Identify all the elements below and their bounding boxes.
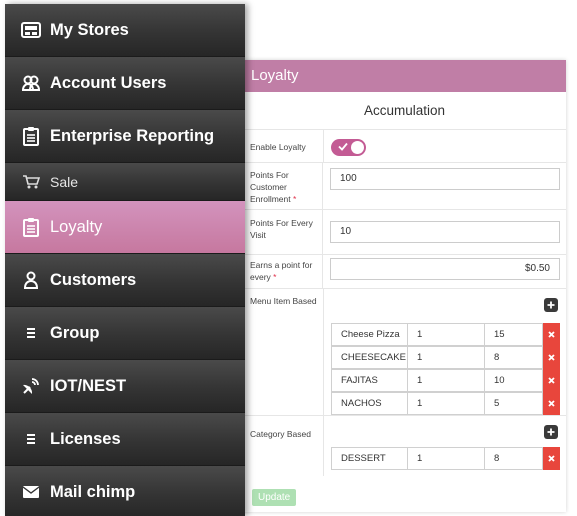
menu-item-row: Menu Item Based Cheese Pizza 1 15 CHEESE… <box>243 289 566 416</box>
close-icon <box>548 331 555 338</box>
sidebar-item-label: Customers <box>50 270 137 289</box>
category-label: Category Based <box>243 416 324 476</box>
table-row: FAJITAS 1 10 <box>331 369 560 392</box>
add-menu-item-button[interactable] <box>544 298 558 312</box>
sidebar-item-label: Group <box>50 323 100 342</box>
user-icon <box>20 270 42 290</box>
item-name-input[interactable]: Cheese Pizza <box>331 323 408 346</box>
sidebar: My Stores Account Users Enterprise Repor… <box>5 4 245 516</box>
close-icon <box>548 354 555 361</box>
plus-icon <box>547 428 555 436</box>
cart-icon <box>20 172 42 192</box>
sidebar-item-label: Mail chimp <box>50 482 136 501</box>
earns-amount-input[interactable]: $0.50 <box>330 258 560 280</box>
sidebar-item-my-stores[interactable]: My Stores <box>5 4 245 57</box>
toggle-knob <box>351 141 364 154</box>
item-name-input[interactable]: CHEESECAKE <box>331 346 408 369</box>
sidebar-item-label: Enterprise Reporting <box>50 126 215 145</box>
panel-title: Loyalty <box>243 60 566 92</box>
delete-category-button[interactable] <box>543 447 560 470</box>
visit-label: Points For Every Visit <box>243 210 323 254</box>
item-points-input[interactable]: 5 <box>485 392 543 415</box>
loyalty-panel: Loyalty Accumulation Enable Loyalty Poin… <box>243 60 566 512</box>
item-qty-input[interactable]: 1 <box>408 369 485 392</box>
satellite-icon <box>20 376 42 396</box>
sidebar-item-mail-chimp[interactable]: Mail chimp <box>5 466 245 516</box>
enrollment-points-input[interactable]: 100 <box>330 168 560 190</box>
section-title: Accumulation <box>243 92 566 130</box>
envelope-icon <box>20 482 42 502</box>
close-icon <box>548 455 555 462</box>
visit-points-input[interactable]: 10 <box>330 221 560 243</box>
enable-loyalty-label: Enable Loyalty <box>243 130 324 162</box>
visit-row: Points For Every Visit 10 <box>243 210 566 255</box>
table-row: Cheese Pizza 1 15 <box>331 323 560 346</box>
sidebar-item-label: Licenses <box>50 429 121 448</box>
earns-label: Earns a point for every * <box>243 255 323 288</box>
category-qty-input[interactable]: 1 <box>408 447 485 470</box>
delete-item-button[interactable] <box>543 369 560 392</box>
table-row: NACHOS 1 5 <box>331 392 560 415</box>
clipboard-icon <box>20 126 42 146</box>
item-points-input[interactable]: 15 <box>485 323 543 346</box>
sidebar-item-group[interactable]: Group <box>5 307 245 360</box>
menu-item-table: Cheese Pizza 1 15 CHEESECAKE 1 8 FAJITAS… <box>331 323 560 415</box>
sidebar-item-label: IOT/NEST <box>50 376 127 395</box>
item-qty-input[interactable]: 1 <box>408 323 485 346</box>
earns-row: Earns a point for every * $0.50 <box>243 255 566 289</box>
plus-icon <box>547 301 555 309</box>
update-button[interactable]: Update <box>252 489 297 506</box>
enrollment-row: Points For Customer Enrollment * 100 <box>243 163 566 210</box>
sidebar-item-loyalty[interactable]: Loyalty <box>5 201 245 254</box>
sidebar-item-enterprise-reporting[interactable]: Enterprise Reporting <box>5 110 245 163</box>
category-row: Category Based DESSERT 1 8 <box>243 416 566 476</box>
delete-item-button[interactable] <box>543 323 560 346</box>
sidebar-item-label: My Stores <box>50 20 129 39</box>
clipboard-icon <box>20 217 42 237</box>
sidebar-item-label: Loyalty <box>50 217 103 236</box>
table-row: CHEESECAKE 1 8 <box>331 346 560 369</box>
close-icon <box>548 400 555 407</box>
sidebar-item-account-users[interactable]: Account Users <box>5 57 245 110</box>
item-name-input[interactable]: FAJITAS <box>331 369 408 392</box>
required-marker: * <box>273 272 277 282</box>
users-icon <box>20 73 42 93</box>
sidebar-item-label: Account Users <box>50 73 167 92</box>
sidebar-item-iot-nest[interactable]: IOT/NEST <box>5 360 245 413</box>
menu-item-label: Menu Item Based <box>243 289 324 415</box>
enable-loyalty-row: Enable Loyalty <box>243 130 566 163</box>
category-name-input[interactable]: DESSERT <box>331 447 408 470</box>
enable-loyalty-toggle[interactable] <box>331 139 366 156</box>
delete-item-button[interactable] <box>543 392 560 415</box>
sidebar-item-sale[interactable]: Sale <box>5 163 245 201</box>
category-table: DESSERT 1 8 <box>331 447 560 470</box>
item-points-input[interactable]: 8 <box>485 346 543 369</box>
enrollment-label: Points For Customer Enrollment * <box>243 163 323 209</box>
check-icon <box>338 142 348 151</box>
item-points-input[interactable]: 10 <box>485 369 543 392</box>
delete-item-button[interactable] <box>543 346 560 369</box>
list-icon <box>20 429 42 449</box>
required-marker: * <box>293 194 297 204</box>
item-qty-input[interactable]: 1 <box>408 346 485 369</box>
close-icon <box>548 377 555 384</box>
sidebar-item-customers[interactable]: Customers <box>5 254 245 307</box>
table-row: DESSERT 1 8 <box>331 447 560 470</box>
item-name-input[interactable]: NACHOS <box>331 392 408 415</box>
item-qty-input[interactable]: 1 <box>408 392 485 415</box>
store-icon <box>20 20 42 40</box>
sidebar-item-licenses[interactable]: Licenses <box>5 413 245 466</box>
list-icon <box>20 323 42 343</box>
sidebar-item-label: Sale <box>50 173 79 190</box>
add-category-button[interactable] <box>544 425 558 439</box>
category-points-input[interactable]: 8 <box>485 447 543 470</box>
